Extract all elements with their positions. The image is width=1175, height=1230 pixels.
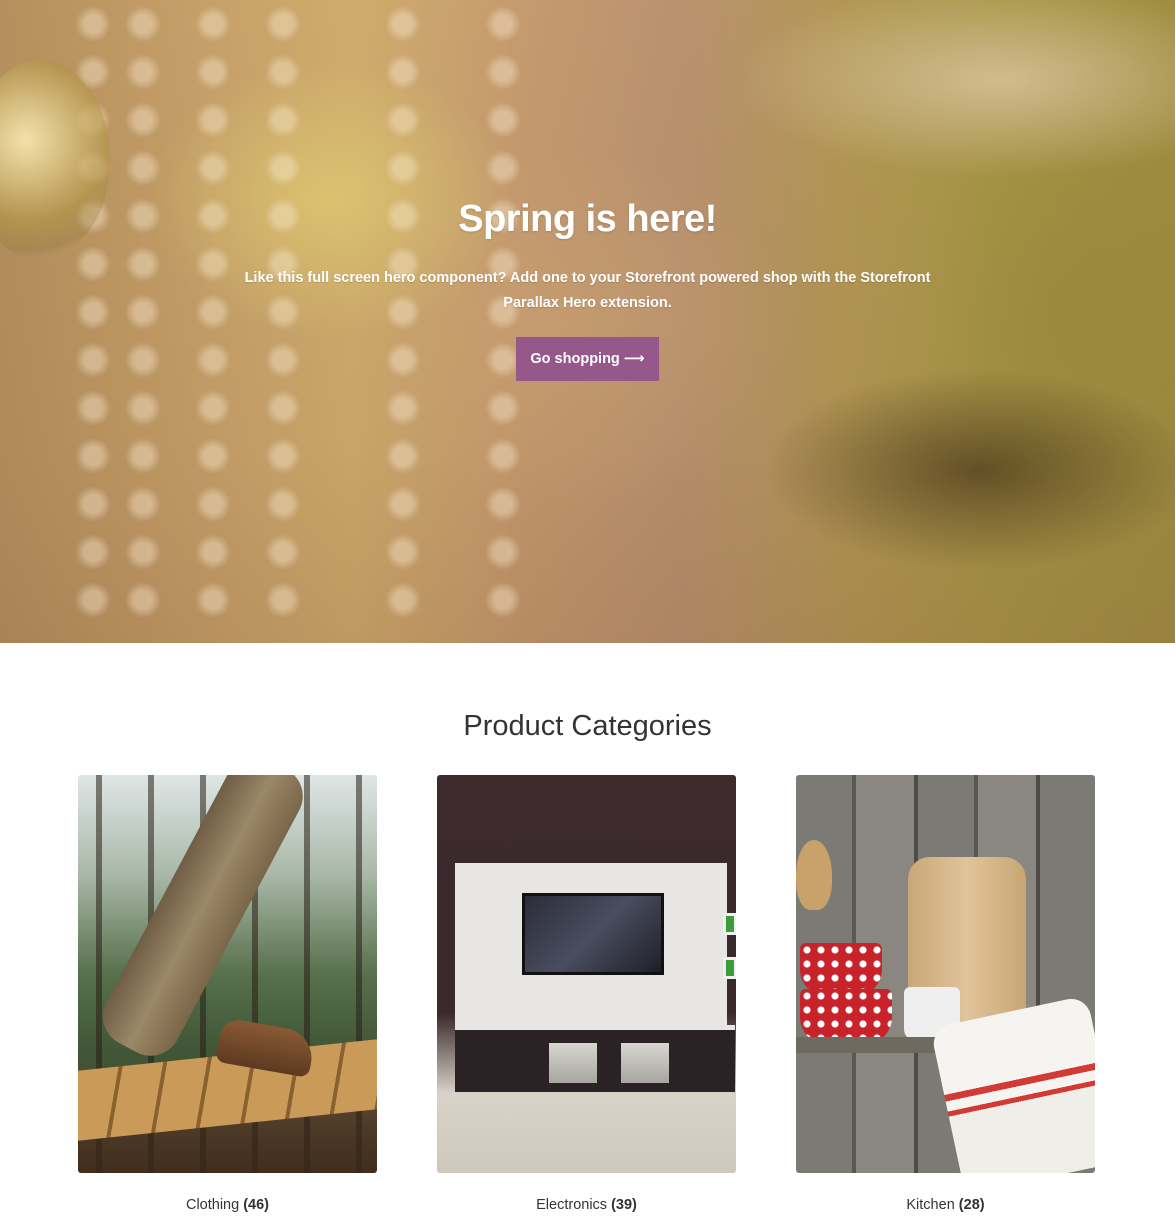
product-categories-heading: Product Categories bbox=[463, 710, 712, 742]
wall-art-shape bbox=[723, 957, 736, 979]
category-name: Electronics bbox=[536, 1197, 608, 1213]
hero-title: Spring is here! bbox=[458, 198, 717, 240]
category-kitchen-image[interactable] bbox=[796, 775, 1095, 1173]
hero-description: Like this full screen hero component? Ad… bbox=[244, 270, 931, 311]
category-count: (46) bbox=[243, 1197, 270, 1213]
tv-shape bbox=[522, 893, 664, 975]
category-kitchen[interactable]: Kitchen (28) bbox=[796, 775, 1095, 1215]
category-name: Kitchen bbox=[906, 1197, 955, 1213]
audio-equipment-shape bbox=[549, 1043, 597, 1083]
category-count: (39) bbox=[611, 1197, 637, 1213]
hero-banner: Spring is here! Like this full screen he… bbox=[0, 0, 1175, 643]
category-count: (28) bbox=[958, 1197, 985, 1213]
hero-content: Spring is here! Like this full screen he… bbox=[0, 196, 1175, 381]
category-clothing-image[interactable] bbox=[78, 775, 377, 1173]
category-electronics-image[interactable] bbox=[437, 775, 736, 1173]
category-label[interactable]: Kitchen (28) bbox=[796, 1195, 1095, 1215]
audio-equipment-shape bbox=[621, 1043, 669, 1083]
category-label[interactable]: Electronics (39) bbox=[437, 1195, 736, 1215]
wall-art-shape bbox=[723, 913, 736, 935]
wooden-spoon-shape bbox=[796, 840, 832, 910]
category-label[interactable]: Clothing (46) bbox=[78, 1195, 377, 1215]
go-shopping-button[interactable]: Go shopping ⟶ bbox=[516, 337, 659, 381]
leg-shape bbox=[92, 775, 314, 1067]
category-electronics[interactable]: Electronics (39) bbox=[437, 775, 736, 1215]
category-clothing[interactable]: Clothing (46) bbox=[78, 775, 377, 1215]
category-name: Clothing bbox=[185, 1197, 240, 1213]
